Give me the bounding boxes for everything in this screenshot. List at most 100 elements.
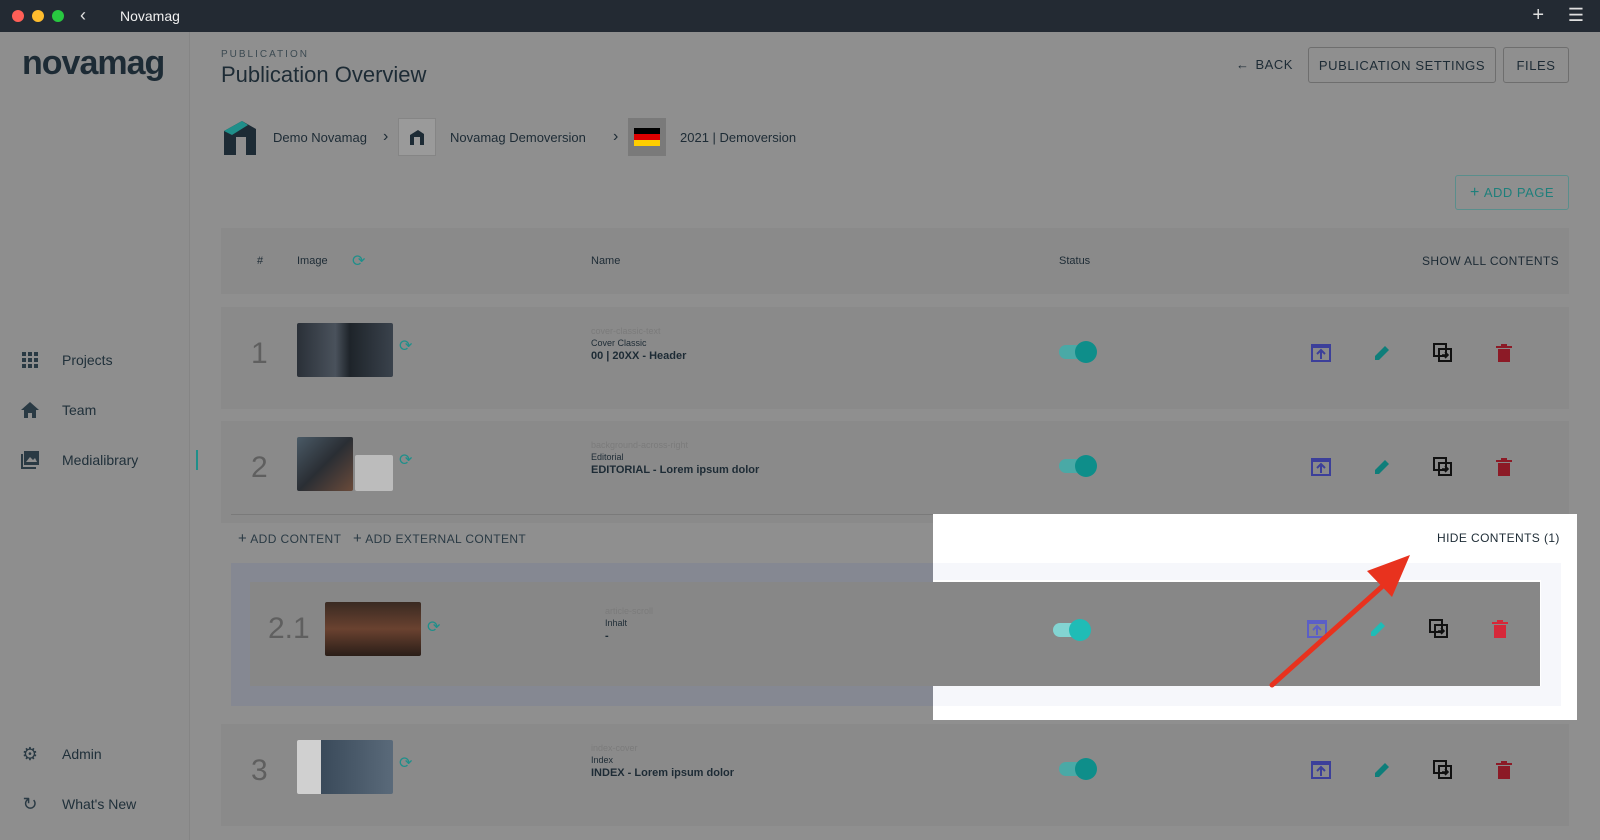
files-button[interactable]: FILES xyxy=(1503,47,1569,83)
plus-icon[interactable]: + xyxy=(1532,4,1544,27)
page-type: Editorial xyxy=(591,452,624,462)
window-title: Novamag xyxy=(120,8,180,24)
template-label: index-cover xyxy=(591,743,638,753)
close-window-button[interactable] xyxy=(12,10,24,22)
sidebar-item-whats-new[interactable]: ↻ What's New xyxy=(20,794,136,814)
breadcrumb-label: Novamag Demoversion xyxy=(450,129,586,145)
page-name: cover-classic-text Cover Classic 00 | 20… xyxy=(591,326,686,362)
add-external-content-button[interactable]: + ADD EXTERNAL CONTENT xyxy=(353,530,526,547)
page-thumbnail[interactable] xyxy=(297,437,353,491)
col-num-header: # xyxy=(257,255,264,267)
refresh-icon[interactable]: ⟳ xyxy=(427,617,440,637)
publish-icon[interactable] xyxy=(1309,455,1333,479)
sidebar-item-medialibrary[interactable]: Medialibrary xyxy=(20,450,138,470)
german-flag-icon xyxy=(628,118,666,156)
delete-icon[interactable] xyxy=(1492,455,1516,479)
plus-icon: + xyxy=(238,530,248,547)
refresh-icon[interactable]: ⟳ xyxy=(399,336,412,356)
add-page-button[interactable]: + ADD PAGE xyxy=(1455,175,1569,210)
minimize-window-button[interactable] xyxy=(32,10,44,22)
sidebar: novamag Projects Team Medialibrary ⚙ Adm… xyxy=(0,32,190,840)
back-button[interactable]: ← BACK xyxy=(1236,54,1293,74)
sidebar-item-projects[interactable]: Projects xyxy=(20,350,113,370)
image-icon xyxy=(20,450,40,470)
col-image-header: Image xyxy=(297,255,328,267)
publish-icon[interactable] xyxy=(1309,758,1333,782)
add-content-button[interactable]: + ADD CONTENT xyxy=(238,530,341,547)
page-type: Cover Classic xyxy=(591,338,647,348)
publication-settings-button[interactable]: PUBLICATION SETTINGS xyxy=(1308,47,1496,83)
add-external-content-label: ADD EXTERNAL CONTENT xyxy=(365,532,527,546)
content-type: Inhalt xyxy=(605,618,628,628)
zoom-window-button[interactable] xyxy=(52,10,64,22)
page-name: background-across-right Editorial EDITOR… xyxy=(591,440,759,476)
edit-icon[interactable] xyxy=(1370,455,1394,479)
chevron-right-icon: › xyxy=(613,128,619,145)
chevron-left-icon[interactable]: ‹ xyxy=(80,5,86,26)
page-eyebrow: PUBLICATION xyxy=(221,49,309,60)
status-toggle[interactable] xyxy=(1059,341,1097,363)
page-name: index-cover Index INDEX - Lorem ipsum do… xyxy=(591,743,734,779)
window-titlebar: ‹ Novamag + ☰ xyxy=(0,0,1600,32)
refresh-all-icon[interactable]: ⟳ xyxy=(352,251,365,271)
menu-icon[interactable]: ☰ xyxy=(1568,5,1584,26)
show-all-contents-button[interactable]: SHOW ALL CONTENTS xyxy=(1422,254,1559,268)
duplicate-icon[interactable] xyxy=(1431,455,1455,479)
status-toggle[interactable] xyxy=(1059,758,1097,780)
toggle-knob xyxy=(1069,619,1091,641)
row-number: 3 xyxy=(251,754,268,787)
app-logo[interactable]: novamag xyxy=(22,44,165,83)
duplicate-icon[interactable] xyxy=(1431,758,1455,782)
breadcrumb-item-magazine[interactable]: Novamag Demoversion xyxy=(398,118,586,156)
home-icon xyxy=(20,400,40,420)
refresh-icon[interactable]: ⟳ xyxy=(399,450,412,470)
table-row: 1 ⟳ cover-classic-text Cover Classic 00 … xyxy=(221,307,1569,409)
breadcrumb-label: Demo Novamag xyxy=(273,129,367,145)
status-toggle[interactable] xyxy=(1053,619,1091,641)
refresh-icon[interactable]: ⟳ xyxy=(399,753,412,773)
sidebar-item-admin[interactable]: ⚙ Admin xyxy=(20,744,102,764)
delete-icon[interactable] xyxy=(1488,617,1512,641)
grid-icon xyxy=(20,350,40,370)
page-thumbnail[interactable] xyxy=(297,740,393,794)
content-thumbnail[interactable] xyxy=(325,602,421,656)
page-title: Publication Overview xyxy=(221,62,427,87)
breadcrumb-label: 2021 | Demoversion xyxy=(680,129,797,145)
page-thumbnail-secondary xyxy=(355,455,393,491)
content-name: article-scroll Inhalt - xyxy=(605,606,653,642)
table-row: 2 ⟳ background-across-right Editorial ED… xyxy=(221,421,1569,523)
breadcrumb-item-issue[interactable]: 2021 | Demoversion xyxy=(628,118,796,156)
sidebar-item-label: Medialibrary xyxy=(62,452,139,468)
delete-icon[interactable] xyxy=(1492,341,1516,365)
edit-icon[interactable] xyxy=(1370,341,1394,365)
hide-contents-button[interactable]: HIDE CONTENTS (1) xyxy=(1437,531,1560,545)
template-label: article-scroll xyxy=(605,606,654,616)
plus-icon: + xyxy=(1469,183,1480,201)
toggle-knob xyxy=(1075,758,1097,780)
table-row: 3 ⟳ index-cover Index INDEX - Lorem ipsu… xyxy=(221,724,1569,826)
delete-icon[interactable] xyxy=(1492,758,1516,782)
page-title: EDITORIAL - Lorem ipsum dolor xyxy=(591,464,760,476)
breadcrumb-item-project[interactable]: Demo Novamag xyxy=(221,118,367,156)
template-label: cover-classic-text xyxy=(591,326,661,336)
sidebar-item-team[interactable]: Team xyxy=(20,400,96,420)
novamag-logo-icon xyxy=(221,118,259,156)
status-toggle[interactable] xyxy=(1059,455,1097,477)
toggle-knob xyxy=(1075,455,1097,477)
publish-icon[interactable] xyxy=(1309,341,1333,365)
add-content-label: ADD CONTENT xyxy=(250,532,342,546)
edit-icon[interactable] xyxy=(1370,758,1394,782)
duplicate-icon[interactable] xyxy=(1431,341,1455,365)
sidebar-item-label: Admin xyxy=(62,746,102,762)
sidebar-item-label: Projects xyxy=(62,352,113,368)
add-page-label: ADD PAGE xyxy=(1483,185,1555,200)
active-indicator xyxy=(196,450,198,470)
template-label: background-across-right xyxy=(591,440,689,450)
page-thumbnail[interactable] xyxy=(297,323,393,377)
annotation-arrow xyxy=(1269,555,1410,688)
plus-icon: + xyxy=(353,530,363,547)
toggle-knob xyxy=(1075,341,1097,363)
page-title: 00 | 20XX - Header xyxy=(591,350,687,362)
row-number: 2 xyxy=(251,451,268,484)
row-number: 2.1 xyxy=(268,612,310,645)
